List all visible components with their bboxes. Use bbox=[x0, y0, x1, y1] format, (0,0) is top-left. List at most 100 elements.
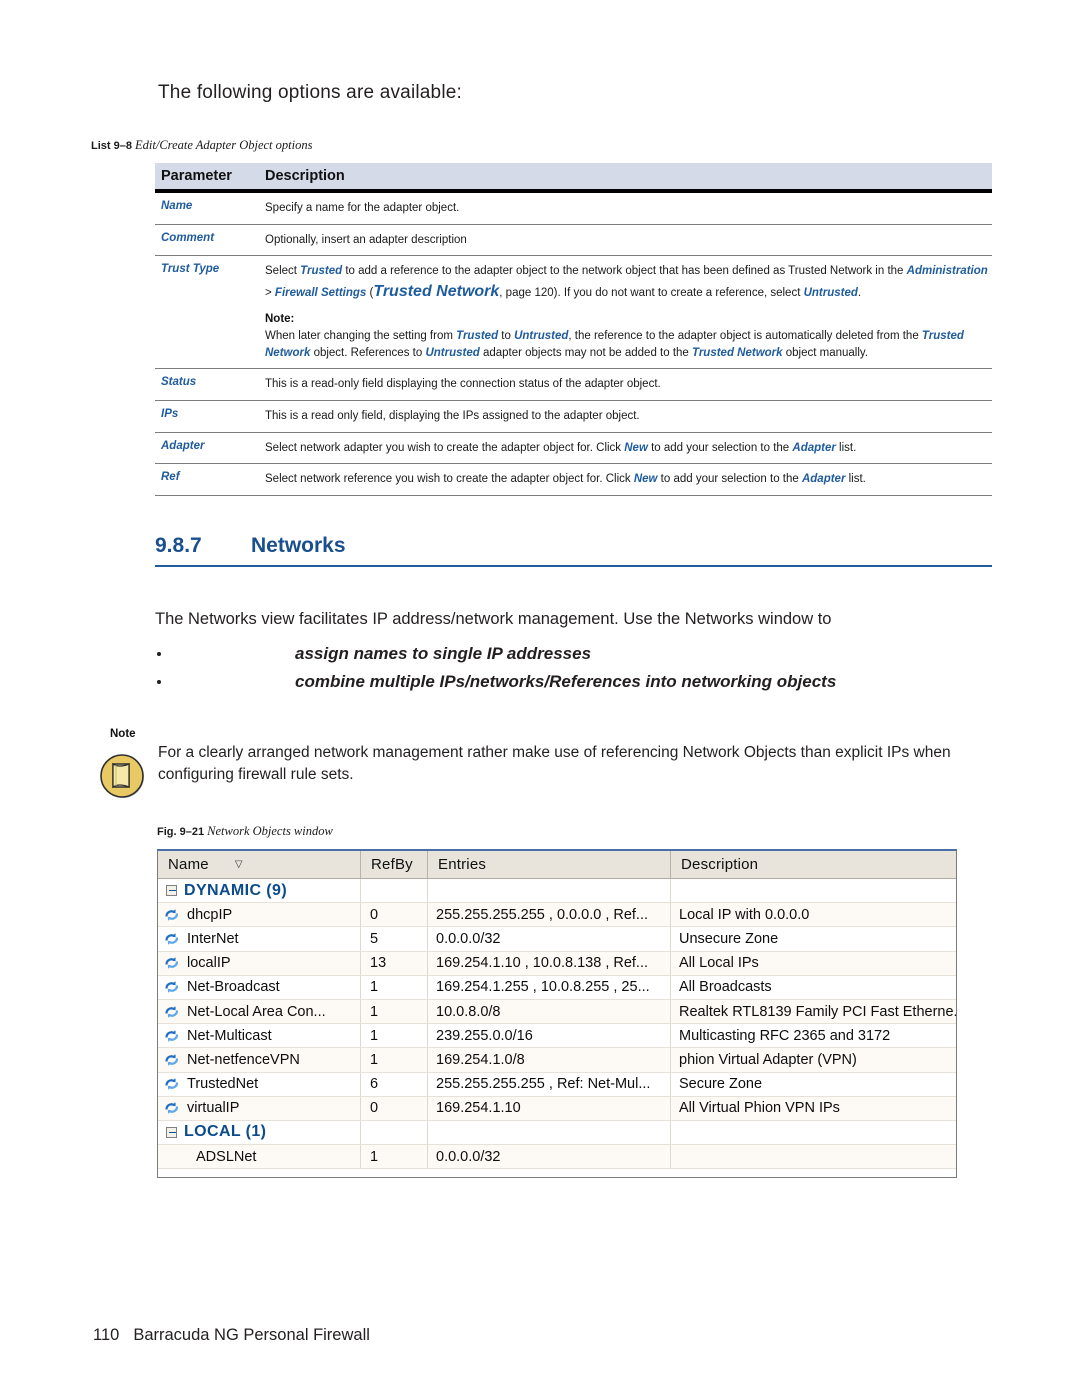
grid-row[interactable]: virtualIP 0 169.254.1.10 All Virtual Phion … bbox=[158, 1096, 956, 1121]
network-objects-window[interactable]: Name ▽ RefBy Entries Description DYNAMIC… bbox=[157, 849, 957, 1178]
cell-entries[interactable]: 10.0.8.0/8 bbox=[428, 999, 671, 1024]
cell-entries[interactable]: 169.254.1.10 , 10.0.8.138 , Ref... bbox=[428, 951, 671, 975]
cell-description[interactable]: Local IP with 0.0.0.0 bbox=[671, 903, 956, 926]
grid-row[interactable]: TrustedNet 6 255.255.255.255 , Ref: Net-Mu… bbox=[158, 1072, 956, 1097]
sync-arrows-icon bbox=[163, 931, 181, 947]
document-page: The following options are available: Lis… bbox=[0, 0, 1080, 1397]
cell-refby[interactable]: 1 bbox=[361, 1048, 428, 1072]
cell-refby[interactable]: 5 bbox=[361, 927, 428, 951]
list-item: assign names to single IP addresses bbox=[157, 644, 836, 664]
param-name: IPs bbox=[161, 407, 179, 420]
sort-descending-icon[interactable]: ▽ bbox=[235, 859, 243, 870]
column-header-refby[interactable]: RefBy bbox=[361, 851, 428, 878]
grid-row[interactable]: dhcpIP 0 255.255.255.255 , 0.0.0.0 , Ref..… bbox=[158, 903, 956, 928]
sync-arrows-icon bbox=[163, 1076, 181, 1092]
grid-row[interactable]: Net-Broadcast 1 169.254.1.255 , 10.0.8.255… bbox=[158, 975, 956, 1000]
cell-entries[interactable]: 0.0.0.0/32 bbox=[428, 927, 671, 951]
cell-entries[interactable]: 239.255.0.0/16 bbox=[428, 1024, 671, 1048]
cell-name[interactable]: Net-Multicast bbox=[158, 1024, 361, 1048]
column-header-name[interactable]: Name ▽ bbox=[158, 851, 361, 878]
parameter-table: Parameter Description Name Specify a nam… bbox=[155, 163, 992, 496]
column-header-description[interactable]: Description bbox=[671, 851, 945, 878]
grid-row[interactable]: InterNet 5 0.0.0.0/32 Unsecure Zone bbox=[158, 927, 956, 952]
grid-group-row[interactable]: LOCAL (1) bbox=[158, 1120, 956, 1146]
cell-name[interactable]: dhcpIP bbox=[158, 903, 361, 927]
row-label: Net-Multicast bbox=[187, 1027, 272, 1044]
collapse-expander-icon[interactable] bbox=[166, 1126, 177, 1138]
cell-name[interactable]: InterNet bbox=[158, 927, 361, 951]
section-heading: 9.8.7 Networks bbox=[155, 534, 992, 567]
cell-description[interactable]: All Broadcasts bbox=[671, 976, 956, 999]
row-label: virtualIP bbox=[187, 1100, 240, 1117]
cell-entries[interactable]: 255.255.255.255 , Ref: Net-Mul... bbox=[428, 1072, 671, 1096]
cell-refby[interactable]: 1 bbox=[361, 975, 428, 999]
grid-row[interactable]: ADSLNet 1 0.0.0.0/32 bbox=[158, 1145, 956, 1170]
cell-refby[interactable]: 1 bbox=[361, 1024, 428, 1048]
cell-entries[interactable]: 169.254.1.10 bbox=[428, 1096, 671, 1120]
cell-description[interactable] bbox=[671, 879, 956, 902]
cell-name[interactable]: Net-Local Area Con... bbox=[158, 999, 361, 1024]
cell-description[interactable]: Realtek RTL8139 Family PCI Fast Etherne.… bbox=[671, 1000, 956, 1023]
cell-name[interactable]: TrustedNet bbox=[158, 1072, 361, 1096]
grid-row[interactable]: Net-netfenceVPN 1 169.254.1.0/8 phion Virtu… bbox=[158, 1048, 956, 1073]
list-caption-lead: List 9–8 bbox=[91, 140, 132, 152]
cell-entries[interactable]: 169.254.1.0/8 bbox=[428, 1048, 671, 1072]
grid-row[interactable]: Net-Multicast 1 239.255.0.0/16 Multicasting… bbox=[158, 1024, 956, 1049]
sync-arrows-icon bbox=[163, 955, 181, 971]
group-label: LOCAL (1) bbox=[184, 1123, 267, 1141]
collapse-expander-icon[interactable] bbox=[166, 885, 177, 897]
cell-refby[interactable]: 0 bbox=[361, 1096, 428, 1120]
cell-entries[interactable]: 169.254.1.255 , 10.0.8.255 , 25... bbox=[428, 975, 671, 999]
trust-type-description: Select Trusted to add a reference to the… bbox=[265, 265, 988, 301]
intro-text: The following options are available: bbox=[158, 82, 462, 103]
list-item: combine multiple IPs/networks/References… bbox=[157, 672, 836, 692]
cell-entries[interactable]: 0.0.0.0/32 bbox=[428, 1145, 671, 1169]
cell-refby[interactable]: 0 bbox=[361, 903, 428, 927]
bullet-dot-icon bbox=[157, 680, 161, 684]
grid-group-row[interactable]: DYNAMIC (9) bbox=[158, 879, 956, 904]
cell-refby[interactable]: 1 bbox=[361, 1145, 428, 1169]
cell-name[interactable]: Net-Broadcast bbox=[158, 975, 361, 999]
cell-description[interactable]: Multicasting RFC 2365 and 3172 bbox=[671, 1024, 956, 1047]
parameter-table-header: Parameter Description bbox=[155, 163, 992, 193]
cell-refby[interactable] bbox=[361, 879, 428, 903]
cell-entries[interactable] bbox=[428, 879, 671, 903]
cell-entries[interactable] bbox=[428, 1120, 671, 1145]
cell-name[interactable]: localIP bbox=[158, 951, 361, 975]
row-label: TrustedNet bbox=[187, 1076, 259, 1093]
table-row: Adapter Select network adapter you wish … bbox=[155, 433, 992, 465]
param-name: Trust Type bbox=[161, 263, 220, 276]
cell-refby[interactable]: 13 bbox=[361, 951, 428, 975]
cell-description[interactable]: Secure Zone bbox=[671, 1073, 956, 1096]
param-description: Select Trusted to add a reference to the… bbox=[265, 263, 992, 361]
row-label: ADSLNet bbox=[196, 1148, 257, 1165]
row-label: localIP bbox=[187, 955, 231, 972]
row-label: Net-Broadcast bbox=[187, 979, 280, 996]
cell-name[interactable]: virtualIP bbox=[158, 1096, 361, 1120]
param-description: Select network adapter you wish to creat… bbox=[265, 441, 857, 454]
column-header-name-label: Name bbox=[168, 856, 209, 873]
cell-refby[interactable] bbox=[361, 1120, 428, 1145]
cell-name[interactable]: LOCAL (1) bbox=[158, 1120, 361, 1145]
cell-refby[interactable]: 1 bbox=[361, 999, 428, 1024]
cell-entries[interactable]: 255.255.255.255 , 0.0.0.0 , Ref... bbox=[428, 903, 671, 927]
cell-description[interactable] bbox=[671, 1121, 956, 1144]
param-description: This is a read-only field displaying the… bbox=[265, 378, 661, 391]
note-inline-label: Note: bbox=[265, 313, 295, 326]
column-header-entries[interactable]: Entries bbox=[428, 851, 671, 878]
cell-description[interactable] bbox=[671, 1145, 956, 1168]
cell-name[interactable]: Net-netfenceVPN bbox=[158, 1048, 361, 1072]
cell-name[interactable]: DYNAMIC (9) bbox=[158, 879, 361, 903]
cell-description[interactable]: All Local IPs bbox=[671, 952, 956, 975]
cell-description[interactable]: phion Virtual Adapter (VPN) bbox=[671, 1048, 956, 1071]
grid-row[interactable]: localIP 13 169.254.1.10 , 10.0.8.138 , Ref… bbox=[158, 951, 956, 976]
table-row: Ref Select network reference you wish to… bbox=[155, 464, 992, 496]
cell-refby[interactable]: 6 bbox=[361, 1072, 428, 1096]
table-row: Trust Type Select Trusted to add a refer… bbox=[155, 256, 992, 370]
param-description: Select network reference you wish to cre… bbox=[265, 473, 866, 486]
cell-description[interactable]: Unsecure Zone bbox=[671, 927, 956, 950]
param-name: Status bbox=[161, 376, 197, 389]
grid-row[interactable]: Net-Local Area Con... 1 10.0.8.0/8 Realtek … bbox=[158, 999, 956, 1025]
cell-description[interactable]: All Virtual Phion VPN IPs bbox=[671, 1097, 956, 1120]
cell-name[interactable]: ADSLNet bbox=[158, 1145, 361, 1169]
